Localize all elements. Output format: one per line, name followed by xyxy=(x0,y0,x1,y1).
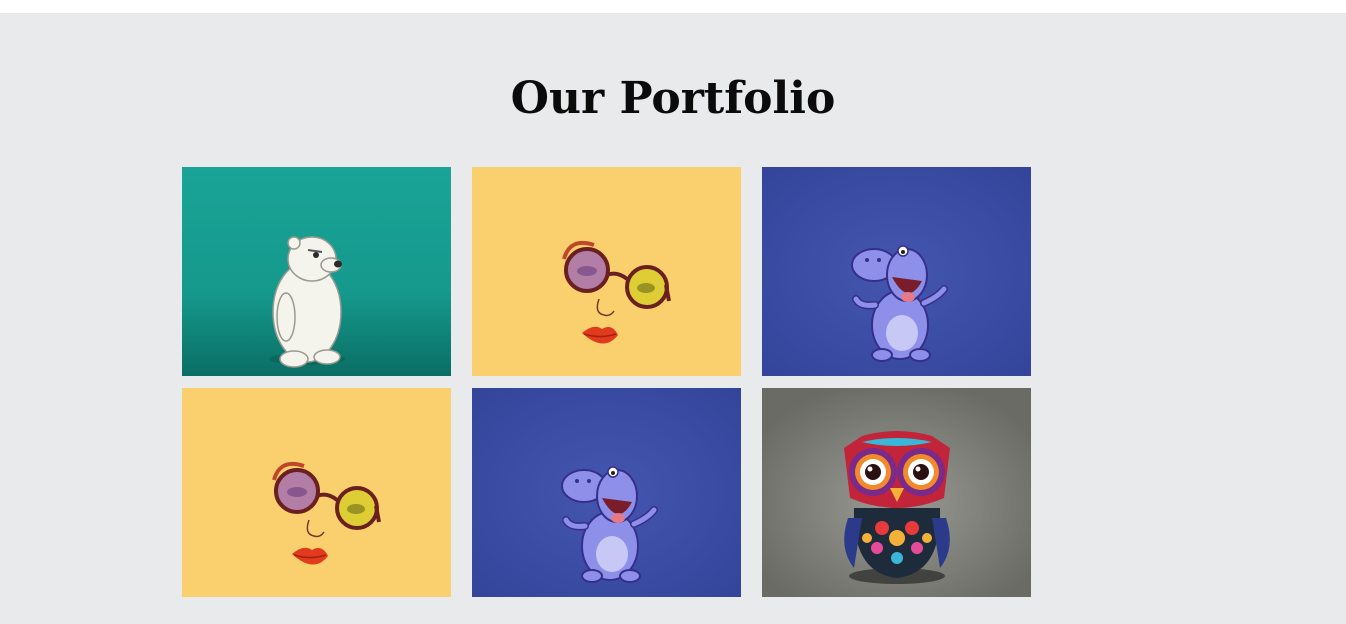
portfolio-item-hippo[interactable] xyxy=(762,167,1031,376)
hippo-illustration xyxy=(472,388,741,597)
portfolio-section: Our Portfolio xyxy=(0,13,1346,624)
owl-illustration xyxy=(762,388,1031,597)
portfolio-item-face-glasses[interactable] xyxy=(472,167,741,376)
glasses-face-illustration xyxy=(472,167,741,376)
portfolio-item-polar-bear[interactable] xyxy=(182,167,451,376)
glasses-face-illustration xyxy=(182,388,451,597)
portfolio-title: Our Portfolio xyxy=(510,73,836,124)
portfolio-item-owl[interactable] xyxy=(762,388,1031,597)
hippo-illustration xyxy=(762,167,1031,376)
portfolio-grid xyxy=(182,167,1032,597)
portfolio-item-hippo[interactable] xyxy=(472,388,741,597)
portfolio-item-face-glasses[interactable] xyxy=(182,388,451,597)
polar-bear-illustration xyxy=(182,167,451,376)
